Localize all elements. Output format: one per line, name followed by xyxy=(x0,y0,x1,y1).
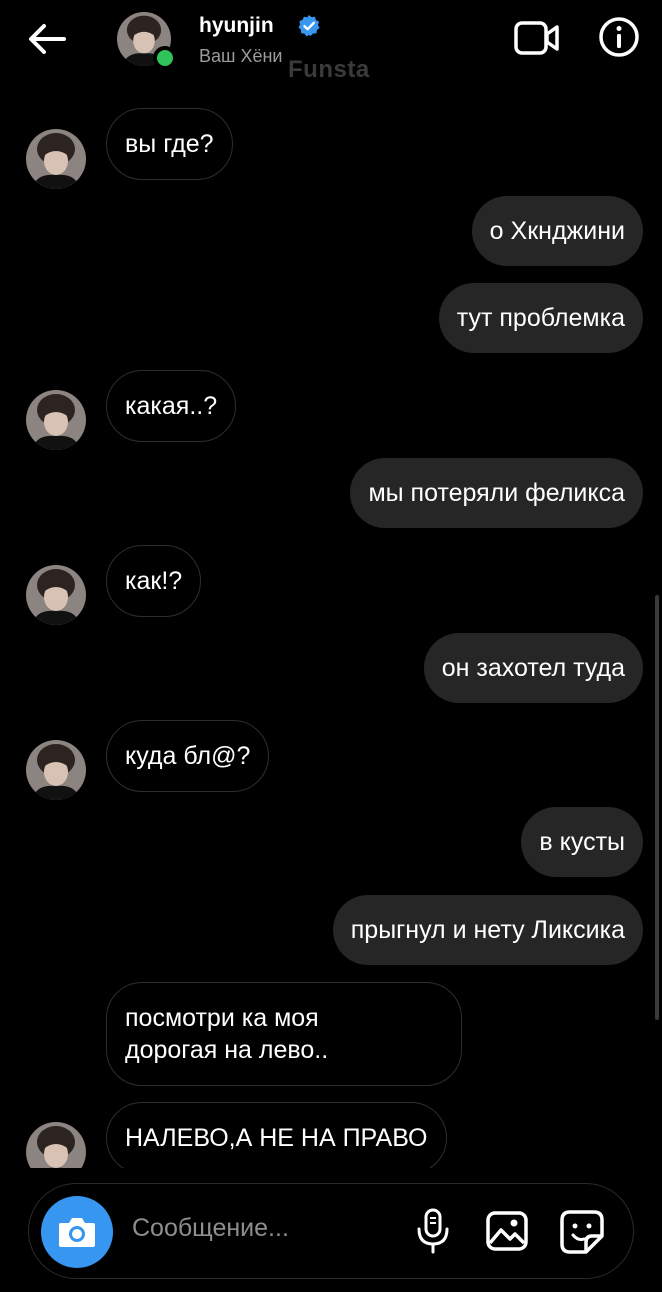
watermark: Funsta xyxy=(288,56,370,83)
contact-name[interactable]: hyunjin xyxy=(199,14,274,38)
chat-header: hyunjin Ваш Хёни Funsta xyxy=(0,0,662,88)
incoming-message[interactable]: НАЛЕВО,А НЕ НА ПРАВО xyxy=(106,1102,447,1168)
outgoing-message[interactable]: о Хкнджини xyxy=(471,196,643,266)
sticker-icon[interactable] xyxy=(560,1210,604,1254)
message-thread[interactable]: вы где? о Хкнджини тут проблемка какая..… xyxy=(0,88,662,1168)
video-call-icon[interactable] xyxy=(514,20,560,56)
outgoing-message[interactable]: тут проблемка xyxy=(438,283,643,353)
message-input[interactable] xyxy=(132,1214,392,1243)
info-icon[interactable] xyxy=(598,16,640,58)
sender-avatar[interactable] xyxy=(26,129,86,189)
outgoing-message[interactable]: в кусты xyxy=(521,807,643,877)
message-composer xyxy=(28,1183,634,1279)
incoming-message[interactable]: куда бл@? xyxy=(106,720,270,792)
sender-avatar[interactable] xyxy=(26,390,86,450)
outgoing-message[interactable]: мы потеряли феликса xyxy=(350,458,643,528)
camera-icon xyxy=(59,1218,95,1247)
verified-badge-icon xyxy=(298,15,320,37)
incoming-message[interactable]: посмотри ка моя дорогая на лево.. xyxy=(106,982,462,1086)
incoming-message[interactable]: вы где? xyxy=(106,108,233,180)
online-status-dot xyxy=(153,46,177,70)
camera-button[interactable] xyxy=(41,1196,113,1268)
back-arrow-icon[interactable] xyxy=(26,22,66,56)
sender-avatar[interactable] xyxy=(26,740,86,800)
contact-avatar[interactable] xyxy=(117,12,177,70)
microphone-icon[interactable] xyxy=(414,1208,452,1254)
outgoing-message[interactable]: он захотел туда xyxy=(423,633,643,703)
contact-subtitle: Ваш Хёни xyxy=(199,46,283,66)
incoming-message[interactable]: какая..? xyxy=(106,370,237,442)
gallery-icon[interactable] xyxy=(486,1211,528,1251)
sender-avatar[interactable] xyxy=(26,1122,86,1168)
scrollbar[interactable] xyxy=(655,595,659,1020)
sender-avatar[interactable] xyxy=(26,565,86,625)
incoming-message[interactable]: как!? xyxy=(106,545,202,617)
outgoing-message[interactable]: прыгнул и нету Ликсика xyxy=(332,895,643,965)
